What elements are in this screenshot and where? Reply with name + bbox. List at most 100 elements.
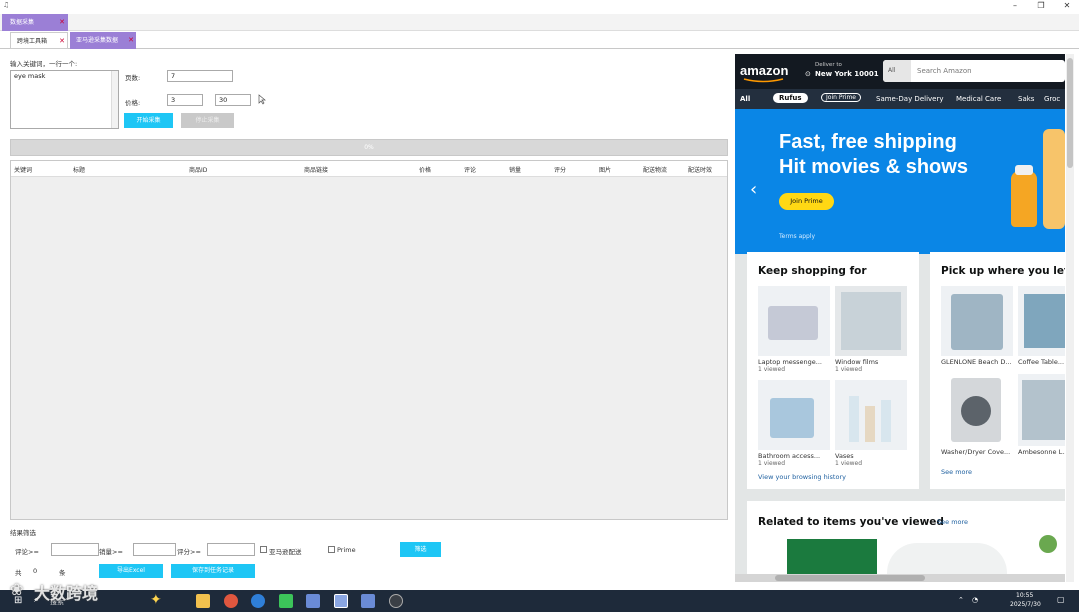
close-icon[interactable]: ✕ — [59, 14, 65, 31]
browser-v-scrollbar[interactable] — [1066, 54, 1074, 582]
bathroom-set-shape — [770, 398, 814, 438]
embedded-browser[interactable]: amazon Deliver to ⊙ New York 10001 All S… — [735, 54, 1065, 582]
v-scroll-thumb[interactable] — [1067, 58, 1073, 168]
start-collect-button[interactable]: 开始采集 — [124, 113, 173, 128]
col-title[interactable]: 标题 — [73, 165, 85, 174]
edge-icon[interactable] — [251, 594, 265, 608]
active-app-icon[interactable] — [334, 594, 348, 608]
pages-input[interactable]: 7 — [167, 70, 233, 82]
see-more-link[interactable]: See more — [941, 468, 972, 476]
watermark-text: 大数跨境 — [34, 584, 99, 603]
col-sales[interactable]: 销量 — [509, 165, 521, 174]
sales-filter-label: 销量>= — [99, 548, 123, 556]
prime-hero-banner[interactable]: ‹ Fast, free shipping Hit movies & shows… — [735, 109, 1065, 254]
hero-join-prime-button[interactable]: Join Prime — [779, 193, 834, 210]
clock-date[interactable]: 2025/7/30 — [1010, 601, 1041, 608]
wechat-icon[interactable] — [279, 594, 293, 608]
col-price[interactable]: 价格 — [419, 165, 431, 174]
nav-join-prime[interactable]: Join Prime — [821, 93, 861, 102]
hero-product-cap — [1015, 165, 1033, 175]
product-thumb-washer-cover[interactable] — [941, 286, 1013, 356]
product-thumb-coffee-table[interactable] — [1018, 286, 1065, 356]
price-max-input[interactable]: 30 — [215, 94, 251, 106]
product-thumb-ambesonne[interactable] — [1018, 374, 1065, 446]
tab-data-collect[interactable]: 数据采集 ✕ — [2, 14, 68, 31]
app-window-icon[interactable] — [306, 594, 320, 608]
stop-collect-button[interactable]: 停止采集 — [181, 113, 234, 128]
tree-icon — [1039, 535, 1057, 553]
amazon-search-bar[interactable]: All Search Amazon — [883, 60, 1065, 82]
nav-all[interactable]: All — [740, 95, 750, 103]
close-icon[interactable]: ✕ — [128, 32, 134, 49]
app-window-icon-2[interactable] — [361, 594, 375, 608]
review-filter-input[interactable] — [51, 543, 99, 556]
col-shipping[interactable]: 配送物流 — [643, 165, 667, 174]
nav-same-day[interactable]: Same-Day Delivery — [876, 95, 944, 103]
results-grid[interactable]: 关键词 标题 商品ID 商品链接 价格 评论 销量 评分 图片 配送物流 配送时… — [10, 160, 728, 520]
tab-toolbox[interactable]: 跨境工具箱 ✕ — [10, 32, 68, 49]
windows-taskbar: ⊞ ⌕ 搜索 ✦ ⌃ ◔ 10:55 2025/7/30 ▢ — [0, 590, 1079, 612]
col-product-link[interactable]: 商品链接 — [304, 165, 328, 174]
related-see-more-link[interactable]: See more — [937, 518, 968, 526]
textarea-scrollbar[interactable] — [111, 71, 118, 128]
product-name[interactable]: Laptop messenge... — [758, 358, 822, 366]
nav-saks[interactable]: Saks — [1018, 95, 1034, 103]
product-thumb-window-film[interactable] — [835, 286, 907, 356]
amazon-nav-bar: All Rufus Join Prime Same-Day Delivery M… — [735, 89, 1065, 109]
col-rating[interactable]: 评分 — [554, 165, 566, 174]
amazon-logo[interactable]: amazon — [740, 63, 788, 78]
product-name[interactable]: GLENLONE Beach D... — [941, 358, 1012, 366]
col-reviews[interactable]: 评论 — [464, 165, 476, 174]
vase-shape — [881, 400, 891, 442]
product-name[interactable]: Washer/Dryer Cove... — [941, 448, 1010, 456]
product-thumb-laptop-bag[interactable] — [758, 286, 830, 356]
product-thumb-washer-dryer[interactable] — [941, 374, 1013, 446]
fba-checkbox[interactable] — [260, 546, 267, 553]
tray-chevron-icon[interactable]: ⌃ — [958, 596, 964, 604]
rating-filter-label: 评分>= — [177, 548, 201, 556]
nav-grocery[interactable]: Groc — [1044, 95, 1060, 103]
close-window-icon[interactable]: ✕ — [1052, 0, 1079, 12]
product-name[interactable]: Ambesonne L... — [1018, 448, 1065, 456]
rating-filter-input[interactable] — [207, 543, 255, 556]
product-thumb-vases[interactable] — [835, 380, 907, 450]
col-keyword[interactable]: 关键词 — [14, 165, 32, 174]
keyword-textarea[interactable]: eye mask — [10, 70, 119, 129]
product-viewed: 1 viewed — [758, 366, 786, 373]
product-name[interactable]: Window films — [835, 358, 878, 366]
clock-time[interactable]: 10:55 — [1016, 592, 1033, 599]
fba-checkbox-label: 亚马逊配送 — [269, 548, 302, 556]
col-delivery-time[interactable]: 配送时效 — [688, 165, 712, 174]
col-product-id[interactable]: 商品ID — [189, 165, 207, 174]
col-image[interactable]: 图片 — [599, 165, 611, 174]
nav-medical-care[interactable]: Medical Care — [956, 95, 1001, 103]
tab-amazon-collect[interactable]: 亚马逊采集数据 ✕ — [70, 32, 136, 49]
review-filter-label: 评论>= — [15, 548, 39, 556]
close-icon[interactable]: ✕ — [59, 33, 65, 50]
browser-h-scrollbar[interactable] — [735, 574, 1065, 582]
hero-prev-arrow[interactable]: ‹ — [750, 179, 757, 200]
app-circle-icon[interactable] — [389, 594, 403, 608]
file-explorer-icon[interactable] — [196, 594, 210, 608]
hero-terms[interactable]: Terms apply — [779, 233, 815, 240]
h-scroll-thumb[interactable] — [775, 575, 925, 581]
nav-rufus[interactable]: Rufus — [773, 93, 808, 103]
browsing-history-link[interactable]: View your browsing history — [758, 473, 846, 481]
copilot-sparkle-icon[interactable]: ✦ — [150, 592, 162, 608]
save-task-button[interactable]: 保存到任务记录 — [171, 564, 255, 578]
filter-button[interactable]: 筛选 — [400, 542, 441, 557]
export-excel-button[interactable]: 导出Excel — [99, 564, 163, 578]
product-name[interactable]: Coffee Table... — [1018, 358, 1064, 366]
product-name[interactable]: Bathroom access... — [758, 452, 820, 460]
product-name[interactable]: Vases — [835, 452, 854, 460]
wifi-icon[interactable]: ◔ — [972, 596, 978, 604]
search-category-select[interactable]: All — [883, 60, 911, 82]
chrome-icon[interactable] — [224, 594, 238, 608]
price-min-input[interactable]: 3 — [167, 94, 203, 106]
product-thumb-bathroom[interactable] — [758, 380, 830, 450]
deliver-location[interactable]: New York 10001 — [815, 70, 879, 78]
notification-icon[interactable]: ▢ — [1057, 595, 1065, 604]
tab-label: 数据采集 — [10, 19, 35, 26]
prime-checkbox[interactable] — [328, 546, 335, 553]
sales-filter-input[interactable] — [133, 543, 176, 556]
